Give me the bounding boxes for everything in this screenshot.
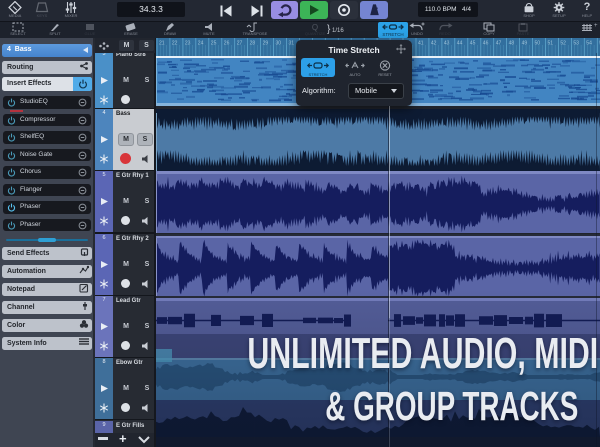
svg-text:24: 24 bbox=[198, 41, 204, 47]
svg-text:Q: Q bbox=[312, 23, 318, 32]
svg-text:44: 44 bbox=[457, 41, 463, 47]
svg-text:49: 49 bbox=[522, 41, 528, 47]
svg-text:48: 48 bbox=[509, 41, 515, 47]
svg-text:25: 25 bbox=[211, 41, 217, 47]
svg-text:42: 42 bbox=[431, 41, 437, 47]
svg-text:26: 26 bbox=[224, 41, 230, 47]
svg-text:46: 46 bbox=[483, 41, 489, 47]
svg-text:47: 47 bbox=[496, 41, 502, 47]
svg-text:43: 43 bbox=[444, 41, 450, 47]
svg-text:41: 41 bbox=[418, 41, 424, 47]
svg-text:31: 31 bbox=[289, 41, 295, 47]
svg-text:51: 51 bbox=[548, 41, 554, 47]
svg-text:21: 21 bbox=[159, 41, 165, 47]
svg-text:27: 27 bbox=[237, 41, 243, 47]
svg-text:23: 23 bbox=[185, 41, 191, 47]
svg-text:53: 53 bbox=[573, 41, 579, 47]
svg-text:54: 54 bbox=[586, 41, 592, 47]
svg-text:28: 28 bbox=[250, 41, 256, 47]
svg-text:+: + bbox=[594, 23, 598, 29]
svg-text:29: 29 bbox=[263, 41, 269, 47]
svg-text:30: 30 bbox=[276, 41, 282, 47]
svg-text:45: 45 bbox=[470, 41, 476, 47]
svg-text:50: 50 bbox=[535, 41, 541, 47]
svg-text:22: 22 bbox=[172, 41, 178, 47]
svg-text:52: 52 bbox=[560, 41, 566, 47]
